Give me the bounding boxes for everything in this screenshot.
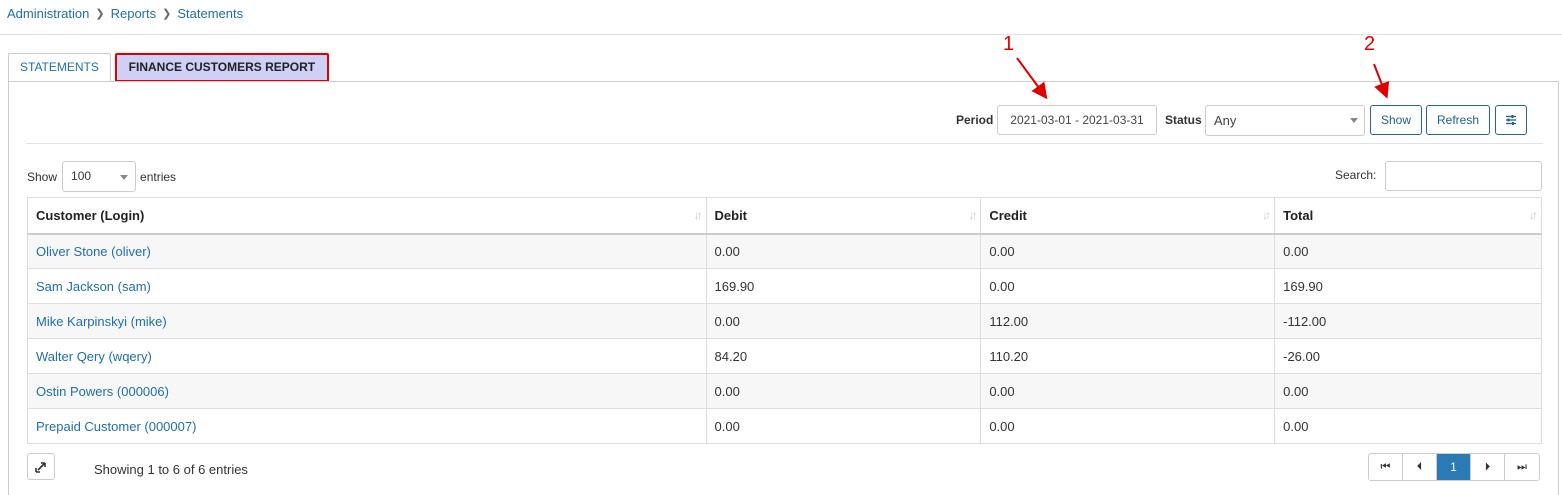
customer-link[interactable]: Sam Jackson (sam) bbox=[36, 279, 151, 294]
customer-cell: Prepaid Customer (000007) bbox=[27, 408, 707, 444]
sliders-icon bbox=[1506, 115, 1516, 125]
total-cell: 169.90 bbox=[1274, 268, 1542, 304]
breadcrumb-reports[interactable]: Reports bbox=[111, 6, 157, 21]
show-entries-label: Show bbox=[27, 169, 58, 184]
debit-cell: 0.00 bbox=[705, 303, 982, 339]
breadcrumb-administration[interactable]: Administration bbox=[7, 6, 89, 21]
total-cell: -26.00 bbox=[1274, 338, 1542, 374]
column-header-debit[interactable]: Debit ↓↑ bbox=[705, 197, 982, 235]
debit-cell: 0.00 bbox=[705, 408, 982, 444]
filter-bar: Period 2021-03-01 - 2021-03-31 Status An… bbox=[9, 82, 1558, 144]
table-row: Ostin Powers (000006) 0.00 0.00 0.00 bbox=[27, 373, 1542, 409]
credit-cell: 110.20 bbox=[980, 338, 1276, 374]
column-header-label: Debit bbox=[714, 207, 748, 223]
debit-cell: 84.20 bbox=[705, 338, 982, 374]
column-settings-button[interactable] bbox=[1495, 105, 1527, 135]
previous-page-icon[interactable]: ⏴ bbox=[1403, 454, 1437, 480]
column-header-credit[interactable]: Credit ↓↑ bbox=[980, 197, 1276, 235]
page-button-current[interactable]: 1 bbox=[1437, 454, 1471, 480]
refresh-button[interactable]: Refresh bbox=[1426, 105, 1490, 135]
customer-cell: Sam Jackson (sam) bbox=[27, 268, 707, 304]
column-header-label: Credit bbox=[989, 207, 1027, 223]
first-page-icon[interactable]: ⏮ bbox=[1369, 454, 1403, 480]
annotation-label-1: 1 bbox=[1003, 33, 1015, 55]
tab-finance-customers-report[interactable]: FINANCE CUSTOMERS REPORT bbox=[114, 53, 329, 82]
table-row: Walter Qery (wqery) 84.20 110.20 -26.00 bbox=[27, 338, 1542, 374]
annotation-label-2: 2 bbox=[1364, 33, 1376, 55]
sort-icon: ↓↑ bbox=[693, 208, 703, 222]
total-cell: 0.00 bbox=[1274, 408, 1542, 444]
sort-icon: ↓↑ bbox=[968, 208, 977, 222]
chevron-right-icon: ❯ bbox=[95, 8, 105, 20]
sort-icon: ↓↑ bbox=[1262, 208, 1271, 222]
export-button[interactable] bbox=[27, 453, 55, 480]
page-length-value: 100 bbox=[71, 169, 92, 183]
header-divider bbox=[0, 34, 1562, 35]
column-header-label: Total bbox=[1283, 207, 1314, 223]
table-row: Mike Karpinskyi (mike) 0.00 112.00 -112.… bbox=[27, 303, 1542, 339]
debit-cell: 0.00 bbox=[705, 373, 982, 409]
caret-down-icon bbox=[120, 175, 129, 180]
table-row: Prepaid Customer (000007) 0.00 0.00 0.00 bbox=[27, 408, 1542, 444]
table-row: Sam Jackson (sam) 169.90 0.00 169.90 bbox=[27, 268, 1542, 304]
debit-cell: 169.90 bbox=[705, 268, 982, 304]
report-panel: Period 2021-03-01 - 2021-03-31 Status An… bbox=[8, 81, 1559, 495]
period-date-range-input[interactable]: 2021-03-01 - 2021-03-31 bbox=[997, 105, 1157, 135]
show-button[interactable]: Show bbox=[1370, 105, 1422, 135]
table-header-row: Customer (Login) ↓↑ Debit ↓↑ Credit ↓↑ Tota… bbox=[27, 197, 1542, 235]
pagination: ⏮ ⏴ 1 ⏵ ⏭ bbox=[1368, 453, 1540, 481]
period-label: Period bbox=[956, 113, 994, 127]
customer-link[interactable]: Mike Karpinskyi (mike) bbox=[36, 314, 167, 329]
customers-report-table: Customer (Login) ↓↑ Debit ↓↑ Credit ↓↑ Tota… bbox=[27, 197, 1542, 444]
credit-cell: 0.00 bbox=[980, 233, 1276, 269]
debit-cell: 0.00 bbox=[705, 233, 982, 269]
search-input[interactable] bbox=[1385, 161, 1542, 191]
customer-cell: Mike Karpinskyi (mike) bbox=[27, 303, 707, 339]
status-select[interactable]: Any bbox=[1205, 105, 1365, 136]
customer-link[interactable]: Oliver Stone (oliver) bbox=[36, 244, 151, 259]
credit-cell: 112.00 bbox=[980, 303, 1276, 339]
status-label: Status bbox=[1165, 113, 1202, 127]
table-row: Oliver Stone (oliver) 0.00 0.00 0.00 bbox=[27, 233, 1542, 269]
next-page-icon[interactable]: ⏵ bbox=[1471, 454, 1505, 480]
column-header-label: Customer (Login) bbox=[36, 207, 145, 223]
column-header-customer[interactable]: Customer (Login) ↓↑ bbox=[27, 197, 707, 235]
credit-cell: 0.00 bbox=[980, 373, 1276, 409]
customer-cell: Ostin Powers (000006) bbox=[27, 373, 707, 409]
status-select-value: Any bbox=[1214, 113, 1237, 128]
credit-cell: 0.00 bbox=[980, 408, 1276, 444]
tab-bar: STATEMENTS FINANCE CUSTOMERS REPORT bbox=[8, 53, 333, 82]
filter-divider bbox=[26, 143, 1543, 144]
customer-link[interactable]: Walter Qery (wqery) bbox=[36, 349, 152, 364]
tab-statements[interactable]: STATEMENTS bbox=[8, 53, 111, 82]
customer-cell: Oliver Stone (oliver) bbox=[27, 233, 707, 269]
page-length-control: Show 100 entries bbox=[27, 161, 176, 192]
search-label: Search: bbox=[1335, 168, 1377, 182]
table-info: Showing 1 to 6 of 6 entries bbox=[94, 462, 248, 477]
customer-link[interactable]: Ostin Powers (000006) bbox=[36, 384, 169, 399]
column-header-total[interactable]: Total ↓↑ bbox=[1274, 197, 1542, 235]
credit-cell: 0.00 bbox=[980, 268, 1276, 304]
caret-down-icon bbox=[1350, 118, 1358, 123]
total-cell: 0.00 bbox=[1274, 373, 1542, 409]
customer-cell: Walter Qery (wqery) bbox=[27, 338, 707, 374]
total-cell: -112.00 bbox=[1274, 303, 1542, 339]
export-icon bbox=[35, 462, 46, 473]
sort-icon: ↓↑ bbox=[1529, 208, 1538, 222]
chevron-right-icon: ❯ bbox=[162, 8, 172, 20]
page-length-select[interactable]: 100 bbox=[62, 161, 137, 192]
last-page-icon[interactable]: ⏭ bbox=[1505, 454, 1539, 480]
entries-label: entries bbox=[140, 169, 177, 184]
breadcrumb: Administration ❯ Reports ❯ Statements bbox=[7, 6, 243, 21]
total-cell: 0.00 bbox=[1274, 233, 1542, 269]
customer-link[interactable]: Prepaid Customer (000007) bbox=[36, 419, 196, 434]
breadcrumb-statements[interactable]: Statements bbox=[177, 6, 243, 21]
